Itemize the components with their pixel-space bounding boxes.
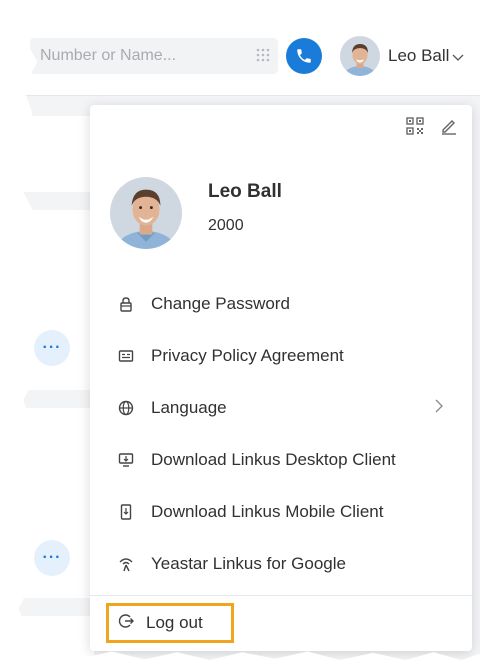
logout-icon bbox=[118, 613, 134, 634]
agreement-card-icon bbox=[116, 346, 136, 366]
logout-row: Log out bbox=[90, 596, 472, 652]
mobile-download-icon bbox=[116, 502, 136, 522]
panel-tools bbox=[406, 117, 458, 140]
edit-icon[interactable] bbox=[440, 117, 458, 140]
profile-extension: 2000 bbox=[208, 217, 244, 234]
lock-icon bbox=[116, 294, 136, 314]
user-menu: Change Password Privacy Policy Agreement… bbox=[90, 278, 472, 652]
more-button[interactable]: ··· bbox=[34, 540, 70, 576]
chevron-down-icon bbox=[452, 54, 464, 61]
menu-item-label: Privacy Policy Agreement bbox=[151, 346, 344, 365]
menu-item-linkus-google[interactable]: Yeastar Linkus for Google bbox=[90, 538, 472, 590]
profile-section: Leo Ball 2000 bbox=[110, 177, 282, 249]
search-input[interactable] bbox=[40, 47, 240, 65]
chevron-right-icon bbox=[435, 399, 443, 413]
avatar bbox=[110, 177, 182, 249]
menu-item-privacy-policy[interactable]: Privacy Policy Agreement bbox=[90, 330, 472, 382]
list-item bbox=[14, 116, 94, 192]
profile-name: Leo Ball bbox=[208, 181, 282, 202]
menu-item-label: Yeastar Linkus for Google bbox=[151, 554, 346, 573]
menu-item-download-desktop[interactable]: Download Linkus Desktop Client bbox=[90, 434, 472, 486]
logout-label: Log out bbox=[146, 613, 203, 632]
menu-item-language[interactable]: Language bbox=[90, 382, 472, 434]
search-box[interactable] bbox=[30, 38, 278, 74]
more-button[interactable]: ··· bbox=[34, 330, 70, 366]
linkus-google-icon bbox=[116, 554, 136, 574]
menu-item-label: Download Linkus Mobile Client bbox=[151, 502, 384, 521]
profile-text: Leo Ball 2000 bbox=[208, 181, 282, 235]
avatar bbox=[340, 36, 380, 76]
menu-item-change-password[interactable]: Change Password bbox=[90, 278, 472, 330]
user-menu-trigger[interactable]: Leo Ball bbox=[340, 34, 464, 78]
menu-item-download-mobile[interactable]: Download Linkus Mobile Client bbox=[90, 486, 472, 538]
screenshot-frame: Leo Ball ··· ··· bbox=[14, 10, 480, 660]
top-bar: Leo Ball bbox=[14, 10, 480, 96]
globe-icon bbox=[116, 398, 136, 418]
header-user-name: Leo Ball bbox=[388, 46, 450, 65]
list-item bbox=[14, 616, 94, 660]
desktop-download-icon bbox=[116, 450, 136, 470]
menu-item-label: Download Linkus Desktop Client bbox=[151, 450, 396, 469]
menu-item-label: Language bbox=[151, 398, 227, 417]
logout-button[interactable]: Log out bbox=[106, 603, 234, 643]
phone-icon bbox=[297, 49, 311, 63]
dialpad-icon[interactable] bbox=[256, 48, 270, 67]
call-button[interactable] bbox=[286, 38, 322, 74]
menu-item-label: Change Password bbox=[151, 294, 290, 313]
qr-code-icon[interactable] bbox=[406, 117, 424, 140]
user-dropdown-panel: Leo Ball 2000 Change Password Privacy Po… bbox=[90, 105, 472, 651]
